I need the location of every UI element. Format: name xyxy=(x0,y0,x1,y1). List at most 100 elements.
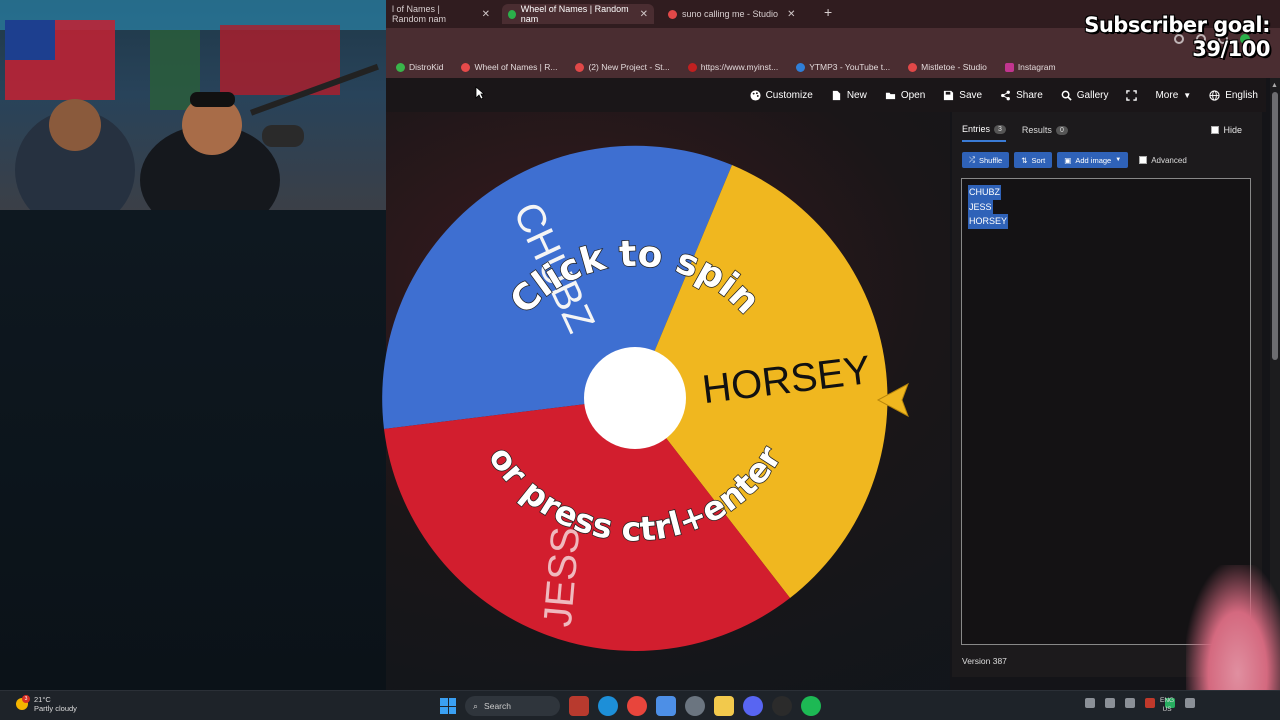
advanced-label: Advanced xyxy=(1151,155,1187,165)
distrokid-icon xyxy=(396,62,405,72)
tab-title: suno calling me - Studio xyxy=(682,9,779,19)
spin-wheel[interactable]: CHUBZ HORSEY JESS Click to spin or press… xyxy=(380,143,890,653)
more-label: More xyxy=(1155,89,1179,101)
system-tray xyxy=(1085,698,1195,708)
obs-icon[interactable] xyxy=(1125,698,1135,708)
wheel-center-hub[interactable] xyxy=(584,347,686,449)
app-tray-icon[interactable] xyxy=(1145,698,1155,708)
bookmark-instagram[interactable]: Instagram xyxy=(1004,62,1056,72)
add-image-label: Add image xyxy=(1075,155,1112,165)
bookmark-distrokid[interactable]: DistroKid xyxy=(396,62,443,72)
chevron-down-icon: ▼ xyxy=(1115,157,1122,163)
language-label: English xyxy=(1225,89,1258,101)
page-background xyxy=(0,210,386,690)
capcut-icon[interactable] xyxy=(772,696,792,716)
new-button[interactable]: New xyxy=(831,90,867,101)
windows-taskbar: 3 21°C Partly cloudy ⌕ Search ENG US xyxy=(0,690,1280,720)
browser-tab-active[interactable]: Wheel of Names | Random nam ✕ xyxy=(502,4,654,24)
globe-icon xyxy=(1209,89,1220,101)
advanced-checkbox[interactable] xyxy=(1139,156,1148,164)
studio-icon xyxy=(908,62,918,72)
gallery-button[interactable]: Gallery xyxy=(1061,89,1109,101)
tab-entries[interactable]: Entries 3 xyxy=(962,124,1006,142)
microphone-icon[interactable] xyxy=(1185,698,1195,708)
image-icon: ▣ xyxy=(1064,155,1072,165)
tab-results[interactable]: Results 0 xyxy=(1022,124,1068,142)
palette-icon xyxy=(750,89,761,101)
add-image-button[interactable]: ▣ Add image ▼ xyxy=(1057,152,1129,168)
bookmark-wheel-of-names[interactable]: Wheel of Names | R... xyxy=(461,62,557,72)
entries-tab-label: Entries xyxy=(962,124,991,134)
copilot-icon[interactable] xyxy=(656,696,676,716)
hide-toggle[interactable]: Hide xyxy=(1211,125,1242,135)
new-label: New xyxy=(846,89,867,101)
wheel-pointer-icon xyxy=(876,382,909,418)
advanced-toggle[interactable]: Advanced xyxy=(1139,156,1187,165)
language-indicator[interactable]: ENG US xyxy=(1160,696,1174,714)
bookmark-label: (2) New Project - St... xyxy=(588,62,670,72)
save-disk-icon xyxy=(944,90,954,100)
scrollbar-thumb[interactable] xyxy=(1272,92,1278,360)
tab-title: Wheel of Names | Random nam xyxy=(520,4,629,24)
lang-bottom: US xyxy=(1162,706,1172,713)
gallery-label: Gallery xyxy=(1076,89,1109,101)
settings-gear-icon[interactable] xyxy=(685,696,705,716)
close-tab-icon[interactable]: ✕ xyxy=(482,9,490,20)
chrome-browser-icon[interactable] xyxy=(627,696,647,716)
chevron-down-icon: ▼ xyxy=(1183,90,1192,100)
wheel-favicon-icon xyxy=(508,9,516,19)
browser-tab[interactable]: l of Names | Random nam ✕ xyxy=(386,4,496,24)
search-icon xyxy=(1061,90,1072,101)
save-button[interactable]: Save xyxy=(943,90,982,101)
open-button[interactable]: Open xyxy=(885,90,925,101)
site-navbar: Customize New Open Save Share Gallery Mo… xyxy=(386,78,1266,112)
studio-icon xyxy=(575,62,585,72)
bookmark-new-project[interactable]: (2) New Project - St... xyxy=(575,62,670,72)
chevron-up-icon[interactable] xyxy=(1085,698,1095,708)
cloud-icon[interactable] xyxy=(1105,698,1115,708)
wheel-icon xyxy=(461,62,471,72)
version-label: Version 387 xyxy=(962,656,1007,666)
new-tab-plus-icon[interactable]: + xyxy=(824,4,832,20)
bookmark-mistletoe[interactable]: Mistletoe - Studio xyxy=(908,62,987,72)
weather-widget[interactable]: 3 21°C Partly cloudy xyxy=(16,695,77,713)
ytmp3-icon xyxy=(796,62,806,72)
browser-tab[interactable]: suno calling me - Studio ✕ xyxy=(662,4,808,24)
customize-button[interactable]: Customize xyxy=(750,90,813,101)
close-tab-icon[interactable]: ✕ xyxy=(640,9,648,20)
share-button[interactable]: Share xyxy=(1000,90,1043,101)
hide-label: Hide xyxy=(1223,125,1242,135)
close-tab-icon[interactable]: ✕ xyxy=(787,9,795,20)
save-label: Save xyxy=(959,89,983,101)
file-explorer-icon[interactable] xyxy=(714,696,734,716)
shuffle-icon: ⤮ xyxy=(969,155,975,164)
segment-label-jess: JESS xyxy=(536,525,589,629)
widgets-app-icon[interactable] xyxy=(569,696,589,716)
fullscreen-button[interactable] xyxy=(1126,89,1138,101)
bookmark-label: Mistletoe - Studio xyxy=(921,62,987,72)
language-button[interactable]: English xyxy=(1209,90,1258,101)
hide-checkbox[interactable] xyxy=(1211,126,1220,134)
weather-icon: 3 xyxy=(16,695,30,710)
studio-favicon-icon xyxy=(668,9,677,19)
share-label: Share xyxy=(1016,89,1043,101)
spotify-icon[interactable] xyxy=(801,696,821,716)
scroll-up-arrow-icon[interactable]: ▲ xyxy=(1271,82,1278,89)
fullscreen-icon xyxy=(1126,89,1138,101)
discord-icon[interactable] xyxy=(743,696,763,716)
tab-title: l of Names | Random nam xyxy=(392,4,447,24)
folder-icon xyxy=(885,92,895,99)
more-menu-button[interactable]: More ▼ xyxy=(1155,90,1191,101)
edge-browser-icon[interactable] xyxy=(598,696,618,716)
taskbar-search[interactable]: ⌕ Search xyxy=(465,696,560,716)
windows-start-icon[interactable] xyxy=(440,698,456,714)
search-icon: ⌕ xyxy=(473,700,479,711)
sort-button[interactable]: ⇅ Sort xyxy=(1014,152,1053,168)
shuffle-button[interactable]: ⤮ Shuffle xyxy=(962,152,1010,168)
link-icon xyxy=(687,62,697,72)
results-count-badge: 0 xyxy=(1055,125,1068,135)
person-left-head xyxy=(49,99,101,151)
new-file-icon xyxy=(832,90,840,100)
bookmark-myinst[interactable]: https://www.myinst... xyxy=(687,62,778,72)
bookmark-ytmp3[interactable]: YTMP3 - YouTube t... xyxy=(796,62,890,72)
